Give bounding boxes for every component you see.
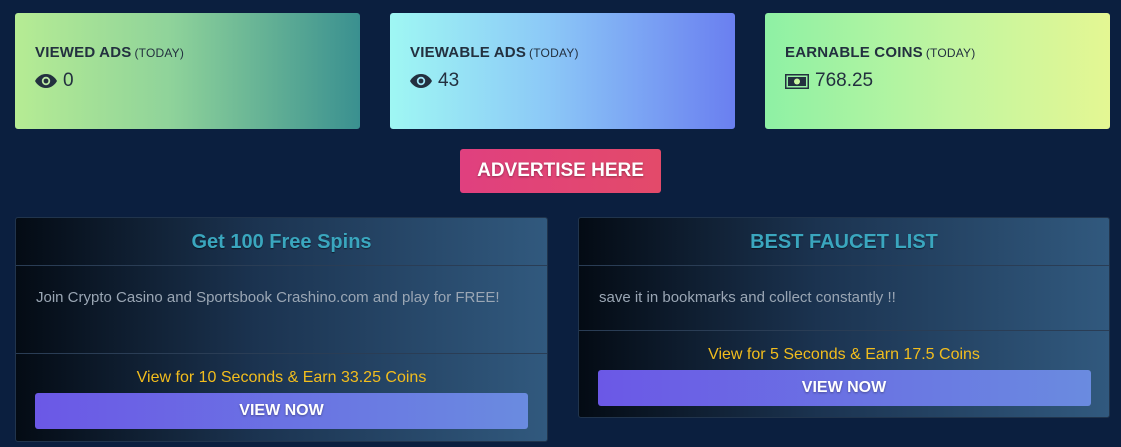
ad-title: BEST FAUCET LIST bbox=[579, 218, 1109, 266]
viewed-ads-title: VIEWED ADS (TODAY) bbox=[35, 44, 185, 61]
earnable-coins-value-row: 768.25 bbox=[785, 70, 1090, 92]
ad-title: Get 100 Free Spins bbox=[16, 218, 547, 266]
ad-description: save it in bookmarks and collect constan… bbox=[579, 266, 1109, 331]
ad-card-faucet-list: BEST FAUCET LIST save it in bookmarks an… bbox=[578, 217, 1110, 418]
earnable-coins-subtitle: (TODAY) bbox=[925, 46, 976, 60]
money-bill-icon bbox=[785, 73, 809, 89]
view-now-button[interactable]: VIEW NOW bbox=[597, 370, 1091, 406]
ad-description: Join Crypto Casino and Sportsbook Crashi… bbox=[16, 266, 547, 354]
viewable-ads-value: 43 bbox=[438, 70, 460, 91]
eye-icon bbox=[35, 74, 57, 88]
ad-earn-text: View for 5 Seconds & Earn 17.5 Coins bbox=[708, 346, 980, 363]
earnable-coins-value: 768.25 bbox=[815, 70, 874, 91]
viewable-ads-card: VIEWABLE ADS (TODAY) 43 bbox=[390, 13, 735, 129]
viewed-ads-value: 0 bbox=[63, 70, 74, 91]
viewable-ads-title: VIEWABLE ADS (TODAY) bbox=[410, 44, 579, 61]
viewable-ads-value-row: 43 bbox=[410, 70, 715, 92]
earnable-coins-card: EARNABLE COINS (TODAY) 768.25 bbox=[765, 13, 1110, 129]
viewed-ads-subtitle: (TODAY) bbox=[134, 46, 185, 60]
ad-card-free-spins: Get 100 Free Spins Join Crypto Casino an… bbox=[15, 217, 548, 442]
view-now-button[interactable]: VIEW NOW bbox=[35, 393, 528, 429]
advertise-here-button[interactable]: ADVERTISE HERE bbox=[460, 149, 661, 193]
eye-icon bbox=[410, 74, 432, 88]
viewable-ads-subtitle: (TODAY) bbox=[529, 46, 579, 60]
ad-earn-text: View for 10 Seconds & Earn 33.25 Coins bbox=[136, 369, 427, 386]
viewed-ads-card: VIEWED ADS (TODAY) 0 bbox=[15, 13, 360, 129]
stats-row: VIEWED ADS (TODAY) 0 VIEWABLE ADS (TODAY) … bbox=[15, 13, 1110, 129]
advertise-section: ADVERTISE HERE bbox=[0, 149, 1121, 193]
earnable-coins-title: EARNABLE COINS (TODAY) bbox=[785, 44, 976, 61]
viewed-ads-value-row: 0 bbox=[35, 70, 340, 92]
